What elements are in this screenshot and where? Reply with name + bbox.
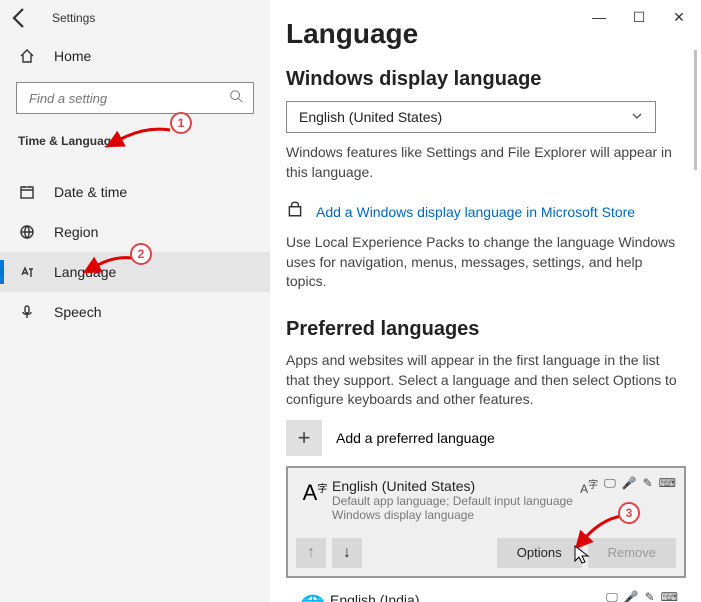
annotation-badge-1: 1	[170, 112, 192, 134]
add-language-label: Add a preferred language	[336, 430, 495, 446]
annotation-arrow-1	[115, 126, 175, 153]
settings-sidebar: Settings Home Time & Language Date & tim…	[0, 0, 270, 602]
nav-speech[interactable]: Speech	[0, 292, 270, 332]
handwriting-icon: ✎	[643, 476, 653, 496]
home-icon	[18, 47, 36, 65]
mouse-cursor	[574, 545, 592, 570]
titlebar: Settings	[0, 0, 270, 36]
search-input[interactable]	[27, 90, 229, 107]
move-down-button[interactable]: ↓	[332, 538, 362, 568]
store-link-text[interactable]: Add a Windows display language in Micros…	[316, 204, 635, 220]
annotation-badge-2: 2	[130, 243, 152, 265]
nav-home[interactable]: Home	[0, 36, 270, 76]
minimize-button[interactable]: —	[579, 2, 619, 32]
nav-date-time[interactable]: Date & time	[0, 172, 270, 212]
display-lang-heading: Windows display language	[286, 68, 685, 91]
calendar-icon	[18, 183, 36, 201]
preferred-heading: Preferred languages	[286, 318, 685, 341]
nav-home-label: Home	[54, 48, 91, 64]
language-glyph-icon: A字	[298, 478, 332, 522]
language-feature-icons: A字 🖵 🎤 ✎ ⌨	[580, 476, 676, 496]
dropdown-value: English (United States)	[299, 109, 442, 125]
speech-icon: 🎤	[622, 476, 637, 496]
add-language-row[interactable]: + Add a preferred language	[286, 420, 685, 456]
options-button[interactable]: Options	[497, 538, 582, 568]
keyboard-icon: ⌨	[659, 476, 676, 496]
handwriting-icon: ✎	[645, 590, 655, 602]
keyboard-icon: ⌨	[661, 590, 678, 602]
language-icon	[18, 263, 36, 281]
display-icon: 🖵	[606, 590, 618, 602]
microphone-icon	[18, 303, 36, 321]
language-card[interactable]: 🌐 English (India) Language pack availabl…	[286, 584, 686, 602]
scrollbar[interactable]	[694, 50, 697, 170]
nav-item-label: Speech	[54, 304, 101, 320]
plus-icon: +	[286, 420, 322, 456]
search-box[interactable]	[16, 82, 254, 114]
store-link-row[interactable]: Add a Windows display language in Micros…	[286, 200, 685, 223]
preferred-desc: Apps and websites will appear in the fir…	[286, 351, 685, 410]
back-button[interactable]	[8, 6, 32, 30]
chevron-down-icon	[631, 109, 643, 125]
display-icon: 🖵	[604, 476, 616, 496]
language-feature-icons: 🖵 🎤 ✎ ⌨	[606, 590, 678, 602]
maximize-button[interactable]: ☐	[619, 2, 659, 32]
nav-item-label: Date & time	[54, 184, 127, 200]
display-lang-desc: Windows features like Settings and File …	[286, 143, 685, 182]
text-to-speech-icon: A字	[580, 476, 598, 496]
annotation-badge-3: 3	[618, 502, 640, 524]
nav-item-label: Region	[54, 224, 98, 240]
store-icon	[286, 200, 306, 223]
app-title: Settings	[52, 11, 95, 25]
display-language-dropdown[interactable]: English (United States)	[286, 101, 656, 133]
speech-icon: 🎤	[624, 590, 639, 602]
lep-desc: Use Local Experience Packs to change the…	[286, 233, 685, 292]
search-icon	[229, 89, 243, 108]
globe-icon	[18, 223, 36, 241]
language-glyph-icon: 🌐	[296, 592, 330, 602]
move-up-button: ↑	[296, 538, 326, 568]
close-button[interactable]: ✕	[659, 2, 699, 32]
